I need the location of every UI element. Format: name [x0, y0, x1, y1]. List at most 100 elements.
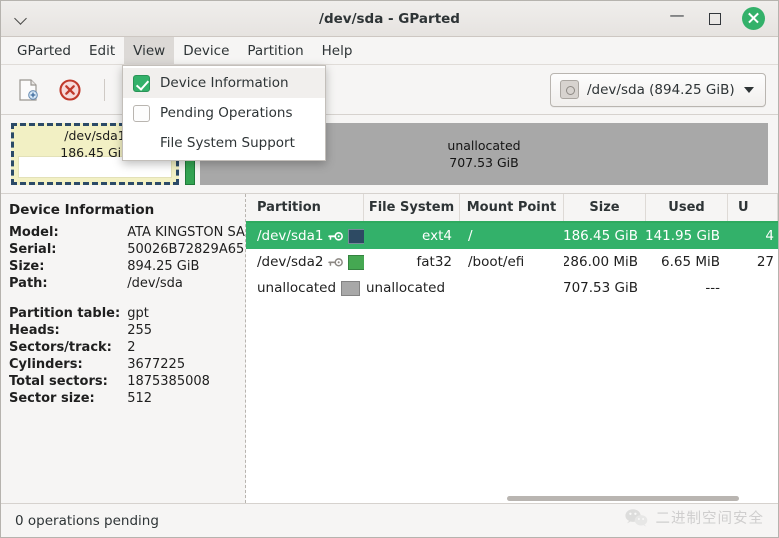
cell-partition-name: /dev/sda2 [257, 254, 323, 270]
menu-partition[interactable]: Partition [238, 37, 312, 64]
device-info-key: Serial: [9, 241, 127, 258]
device-info-key: Sector size: [9, 390, 127, 407]
graphic-partition-sda1-label: /dev/sda1 186.45 GiB [60, 128, 129, 162]
menu-help[interactable]: Help [313, 37, 362, 64]
partition-graphic: /dev/sda1 186.45 GiB unallocated 707.53 … [1, 115, 778, 194]
graphic-partition-sda1-size: 186.45 GiB [60, 145, 129, 162]
title-bar: /dev/sda - GParted — [1, 1, 778, 37]
device-info-row: Total sectors: 1875385008 [9, 373, 246, 390]
device-information-heading: Device Information [9, 202, 235, 218]
horizontal-scrollbar-thumb[interactable] [507, 496, 739, 501]
device-information-panel: Device Information Model: ATA KINGSTON S… [1, 194, 246, 503]
menu-item-pending-operations[interactable]: Pending Operations [123, 98, 325, 128]
cell-filesystem: fat32 [364, 249, 460, 275]
partition-color-swatch [348, 229, 364, 244]
cell-partition-name: unallocated [257, 280, 336, 296]
device-info-key: Size: [9, 258, 127, 275]
close-button[interactable] [742, 7, 765, 30]
menu-view[interactable]: View [124, 37, 174, 64]
partition-color-swatch [348, 255, 364, 270]
gparted-window: /dev/sda - GParted — GParted Edit View D… [0, 0, 779, 538]
device-info-row: Heads: 255 [9, 322, 246, 339]
delete-partition-button[interactable] [55, 75, 85, 105]
new-document-icon [17, 78, 39, 102]
device-info-key: Cylinders: [9, 356, 127, 373]
key-icon [328, 231, 343, 242]
main-content: Device Information Model: ATA KINGSTON S… [1, 194, 778, 503]
table-row[interactable]: /dev/sda1 ext4 / 186.45 GiB 141.95 GiB 4 [246, 223, 778, 249]
device-info-value: 3677225 [127, 356, 246, 373]
device-info-row: Partition table: gpt [9, 305, 246, 322]
device-info-value: gpt [127, 305, 246, 322]
cell-mountpoint: / [460, 223, 564, 249]
partition-table-header: Partition File System Mount Point Size U… [246, 194, 778, 223]
menu-gparted[interactable]: GParted [8, 37, 80, 64]
new-partition-button[interactable] [13, 75, 43, 105]
device-info-value: 2 [127, 339, 246, 356]
checkbox-checked-icon[interactable] [133, 75, 150, 92]
menu-edit[interactable]: Edit [80, 37, 124, 64]
device-info-value: 50026B72829A6524 [127, 241, 246, 258]
horizontal-scrollbar[interactable] [246, 493, 778, 503]
minimize-button[interactable]: — [666, 8, 688, 30]
column-header-filesystem[interactable]: File System [364, 194, 460, 221]
delete-circle-icon [58, 78, 82, 102]
cell-mountpoint: /boot/efi [460, 249, 564, 275]
title-bar-left [1, 12, 61, 25]
cell-partition: /dev/sda1 [246, 223, 364, 249]
device-info-row: Sectors/track: 2 [9, 339, 246, 356]
window-controls: — [666, 7, 778, 30]
column-header-mountpoint[interactable]: Mount Point [460, 194, 564, 221]
menu-item-label: Device Information [160, 75, 289, 91]
cell-partition: unallocated [246, 275, 364, 301]
device-info-key: Total sectors: [9, 373, 127, 390]
table-row[interactable]: unallocated unallocated 707.53 GiB --- [246, 275, 778, 301]
cell-used: 141.95 GiB [646, 223, 728, 249]
graphic-unallocated-name: unallocated [447, 137, 520, 155]
device-info-value: ATA KINGSTON SA400S [127, 224, 246, 241]
table-row[interactable]: /dev/sda2 fat32 /boot/efi 286.00 MiB 6.6… [246, 249, 778, 275]
status-text: 0 operations pending [15, 513, 159, 529]
chevron-down-icon [744, 87, 754, 93]
cell-mountpoint [460, 275, 564, 301]
toolbar: /dev/sda (894.25 GiB) [1, 65, 778, 115]
maximize-button[interactable] [704, 8, 726, 30]
chevron-down-icon[interactable] [15, 12, 28, 25]
device-info-value: 255 [127, 322, 246, 339]
column-header-unused[interactable]: U [728, 194, 778, 221]
device-info-key: Sectors/track: [9, 339, 127, 356]
device-info-row: Cylinders: 3677225 [9, 356, 246, 373]
cell-size: 707.53 GiB [564, 275, 646, 301]
column-header-used[interactable]: Used [646, 194, 728, 221]
device-info-row: Model: ATA KINGSTON SA400S [9, 224, 246, 241]
cell-used: --- [646, 275, 728, 301]
view-dropdown-menu: Device Information Pending Operations Fi… [122, 65, 326, 161]
cell-partition: /dev/sda2 [246, 249, 364, 275]
column-header-size[interactable]: Size [564, 194, 646, 221]
device-info-value: 894.25 GiB [127, 258, 246, 275]
vertical-scrollbar[interactable] [770, 224, 777, 493]
device-info-spacer [9, 292, 246, 305]
device-info-row: Path: /dev/sda [9, 275, 246, 292]
checkbox-unchecked-icon[interactable] [133, 105, 150, 122]
device-info-value: 1875385008 [127, 373, 246, 390]
menu-item-device-information[interactable]: Device Information [123, 68, 325, 98]
disk-icon [560, 80, 579, 99]
device-info-value: /dev/sda [127, 275, 246, 292]
column-header-partition[interactable]: Partition [246, 194, 364, 221]
cell-partition-name: /dev/sda1 [257, 228, 323, 244]
device-info-row: Serial: 50026B72829A6524 [9, 241, 246, 258]
menu-item-file-system-support[interactable]: File System Support [123, 128, 325, 158]
window-title: /dev/sda - GParted [1, 11, 778, 27]
toolbar-separator [104, 79, 105, 101]
maximize-icon [709, 13, 721, 25]
device-information-table: Model: ATA KINGSTON SA400S Serial: 50026… [9, 224, 246, 407]
device-info-key: Model: [9, 224, 127, 241]
device-info-key: Path: [9, 275, 127, 292]
menu-device[interactable]: Device [174, 37, 238, 64]
device-info-row: Sector size: 512 [9, 390, 246, 407]
device-selector[interactable]: /dev/sda (894.25 GiB) [550, 73, 766, 107]
menu-bar: GParted Edit View Device Partition Help [1, 37, 778, 65]
cell-filesystem: unallocated [364, 275, 460, 301]
device-info-value: 512 [127, 390, 246, 407]
